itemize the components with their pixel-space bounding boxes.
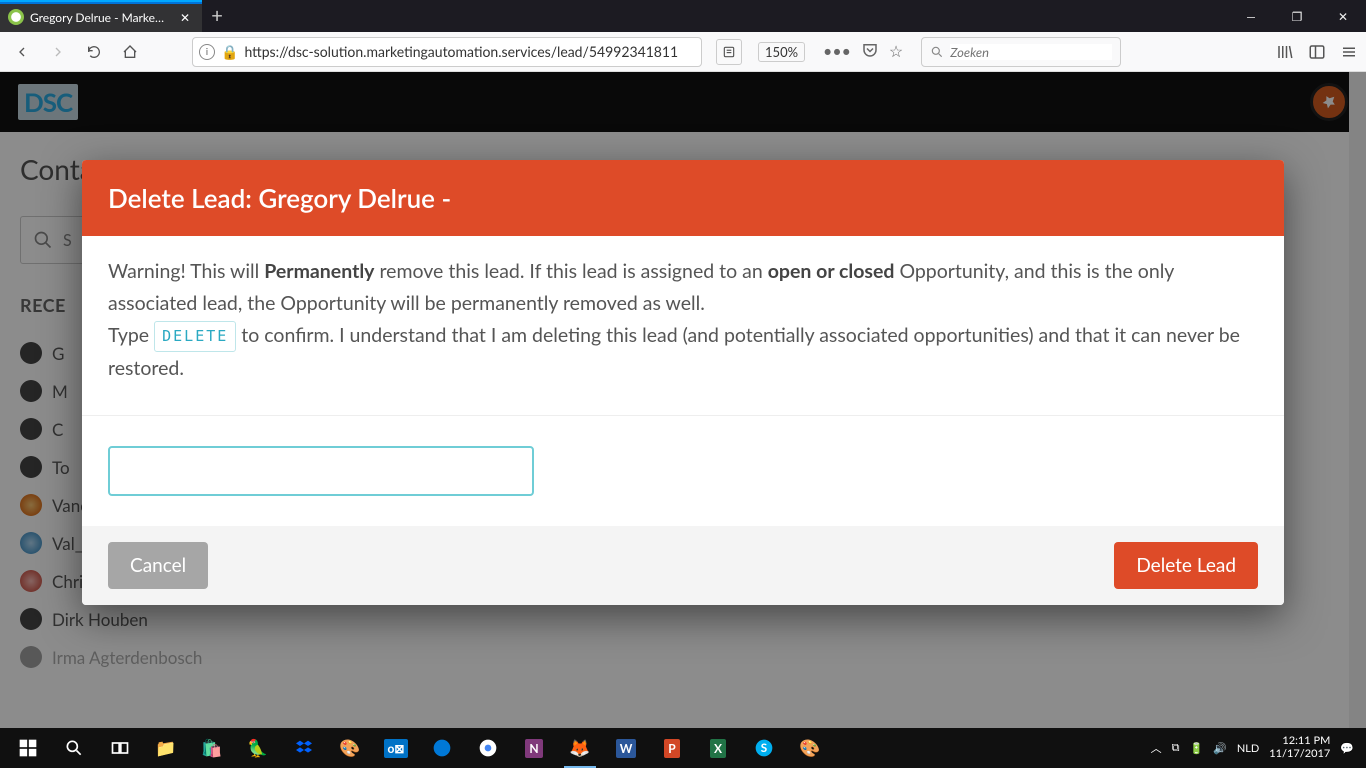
modal-title: Delete Lead: Gregory Delrue -	[82, 160, 1284, 236]
window-close-button[interactable]: ✕	[1320, 0, 1366, 32]
app-icon[interactable]: 🦜	[236, 728, 280, 768]
bookmark-star-icon[interactable]: ☆	[889, 42, 903, 61]
skype-icon[interactable]: S	[742, 728, 786, 768]
nav-forward-button[interactable]	[44, 38, 72, 66]
tray-dropbox-icon[interactable]: ⧉	[1172, 741, 1180, 755]
dropbox-icon[interactable]	[282, 728, 326, 768]
window-maximize-button[interactable]: ❐	[1274, 0, 1320, 32]
library-icon[interactable]	[1276, 43, 1294, 61]
reader-view-button[interactable]	[716, 39, 742, 65]
chrome-icon[interactable]	[466, 728, 510, 768]
word-icon[interactable]: W	[604, 728, 648, 768]
tab-close-icon[interactable]: ✕	[176, 10, 194, 25]
search-icon	[930, 45, 944, 59]
tab-title: Gregory Delrue - Marketing Aut	[30, 10, 170, 25]
window-minimize-button[interactable]: —	[1228, 0, 1274, 32]
action-centre-icon[interactable]: 💬	[1340, 742, 1354, 755]
sidebar-toggle-icon[interactable]	[1308, 43, 1326, 61]
site-info-icon[interactable]: i	[199, 44, 215, 60]
delete-code: DELETE	[154, 321, 236, 352]
store-icon[interactable]: 🛍️	[190, 728, 234, 768]
modal-footer: Cancel Delete Lead	[82, 526, 1284, 605]
edge-icon[interactable]	[420, 728, 464, 768]
browser-titlebar: Gregory Delrue - Marketing Aut ✕ + — ❐ ✕	[0, 0, 1366, 32]
svg-text:S: S	[761, 741, 767, 755]
excel-icon[interactable]: X	[696, 728, 740, 768]
app-icon[interactable]: 🎨	[328, 728, 372, 768]
address-bar[interactable]: i 🔒	[192, 37, 702, 67]
warn-strong-openclosed: open or closed	[768, 260, 895, 283]
cancel-button[interactable]: Cancel	[108, 542, 208, 589]
browser-tab[interactable]: Gregory Delrue - Marketing Aut ✕	[0, 0, 202, 32]
warn-text: remove this lead. If this lead is assign…	[374, 260, 767, 283]
nav-back-button[interactable]	[8, 38, 36, 66]
tray-lang[interactable]: NLD	[1237, 742, 1259, 755]
browser-nav-toolbar: i 🔒 150% ••• ☆	[0, 32, 1366, 72]
tray-volume-icon[interactable]: 🔊	[1213, 742, 1227, 755]
file-explorer-icon[interactable]: 📁	[144, 728, 188, 768]
menu-icon[interactable]	[1340, 43, 1358, 61]
browser-search-box[interactable]	[921, 37, 1121, 67]
outlook-icon[interactable]: o⊠	[374, 728, 418, 768]
page-actions-icon[interactable]: •••	[823, 42, 851, 61]
warn-text: Warning! This will	[108, 260, 264, 283]
windows-taskbar: 📁 🛍️ 🦜 🎨 o⊠ N 🦊 W P X S 🎨 ︿ ⧉ 🔋 🔊 NLD 12…	[0, 728, 1366, 768]
nav-home-button[interactable]	[116, 38, 144, 66]
pocket-icon[interactable]	[861, 41, 879, 63]
type-suffix: to confirm. I understand that I am delet…	[108, 324, 1240, 379]
confirm-delete-input[interactable]	[108, 446, 534, 496]
tray-chevron-icon[interactable]: ︿	[1151, 740, 1162, 756]
modal-body: Warning! This will Permanently remove th…	[82, 236, 1284, 416]
tray-battery-icon[interactable]: 🔋	[1189, 742, 1203, 755]
clock-date: 11/17/2017	[1269, 748, 1330, 761]
new-tab-button[interactable]: +	[202, 4, 232, 28]
warn-strong-permanently: Permanently	[264, 260, 374, 283]
search-taskbar-button[interactable]	[52, 728, 96, 768]
nav-reload-button[interactable]	[80, 38, 108, 66]
taskbar-clock[interactable]: 12:11 PM 11/17/2017	[1269, 735, 1330, 760]
zoom-level[interactable]: 150%	[758, 42, 805, 62]
powerpoint-icon[interactable]: P	[650, 728, 694, 768]
delete-lead-button[interactable]: Delete Lead	[1114, 542, 1258, 589]
delete-lead-modal: Delete Lead: Gregory Delrue - Warning! T…	[82, 160, 1284, 605]
firefox-icon[interactable]: 🦊	[558, 728, 602, 768]
tab-favicon	[8, 9, 24, 25]
lock-icon: 🔒	[221, 43, 238, 61]
task-view-button[interactable]	[98, 728, 142, 768]
start-button[interactable]	[6, 728, 50, 768]
addr-action-icons: ••• ☆	[823, 41, 903, 63]
url-input[interactable]	[244, 43, 695, 60]
paint-icon[interactable]: 🎨	[788, 728, 832, 768]
type-prefix: Type	[108, 324, 154, 347]
onenote-icon[interactable]: N	[512, 728, 556, 768]
page-viewport: DSC Conta S RECE G M C To Vanessa Ronque…	[0, 72, 1366, 768]
browser-search-input[interactable]	[950, 44, 1112, 60]
